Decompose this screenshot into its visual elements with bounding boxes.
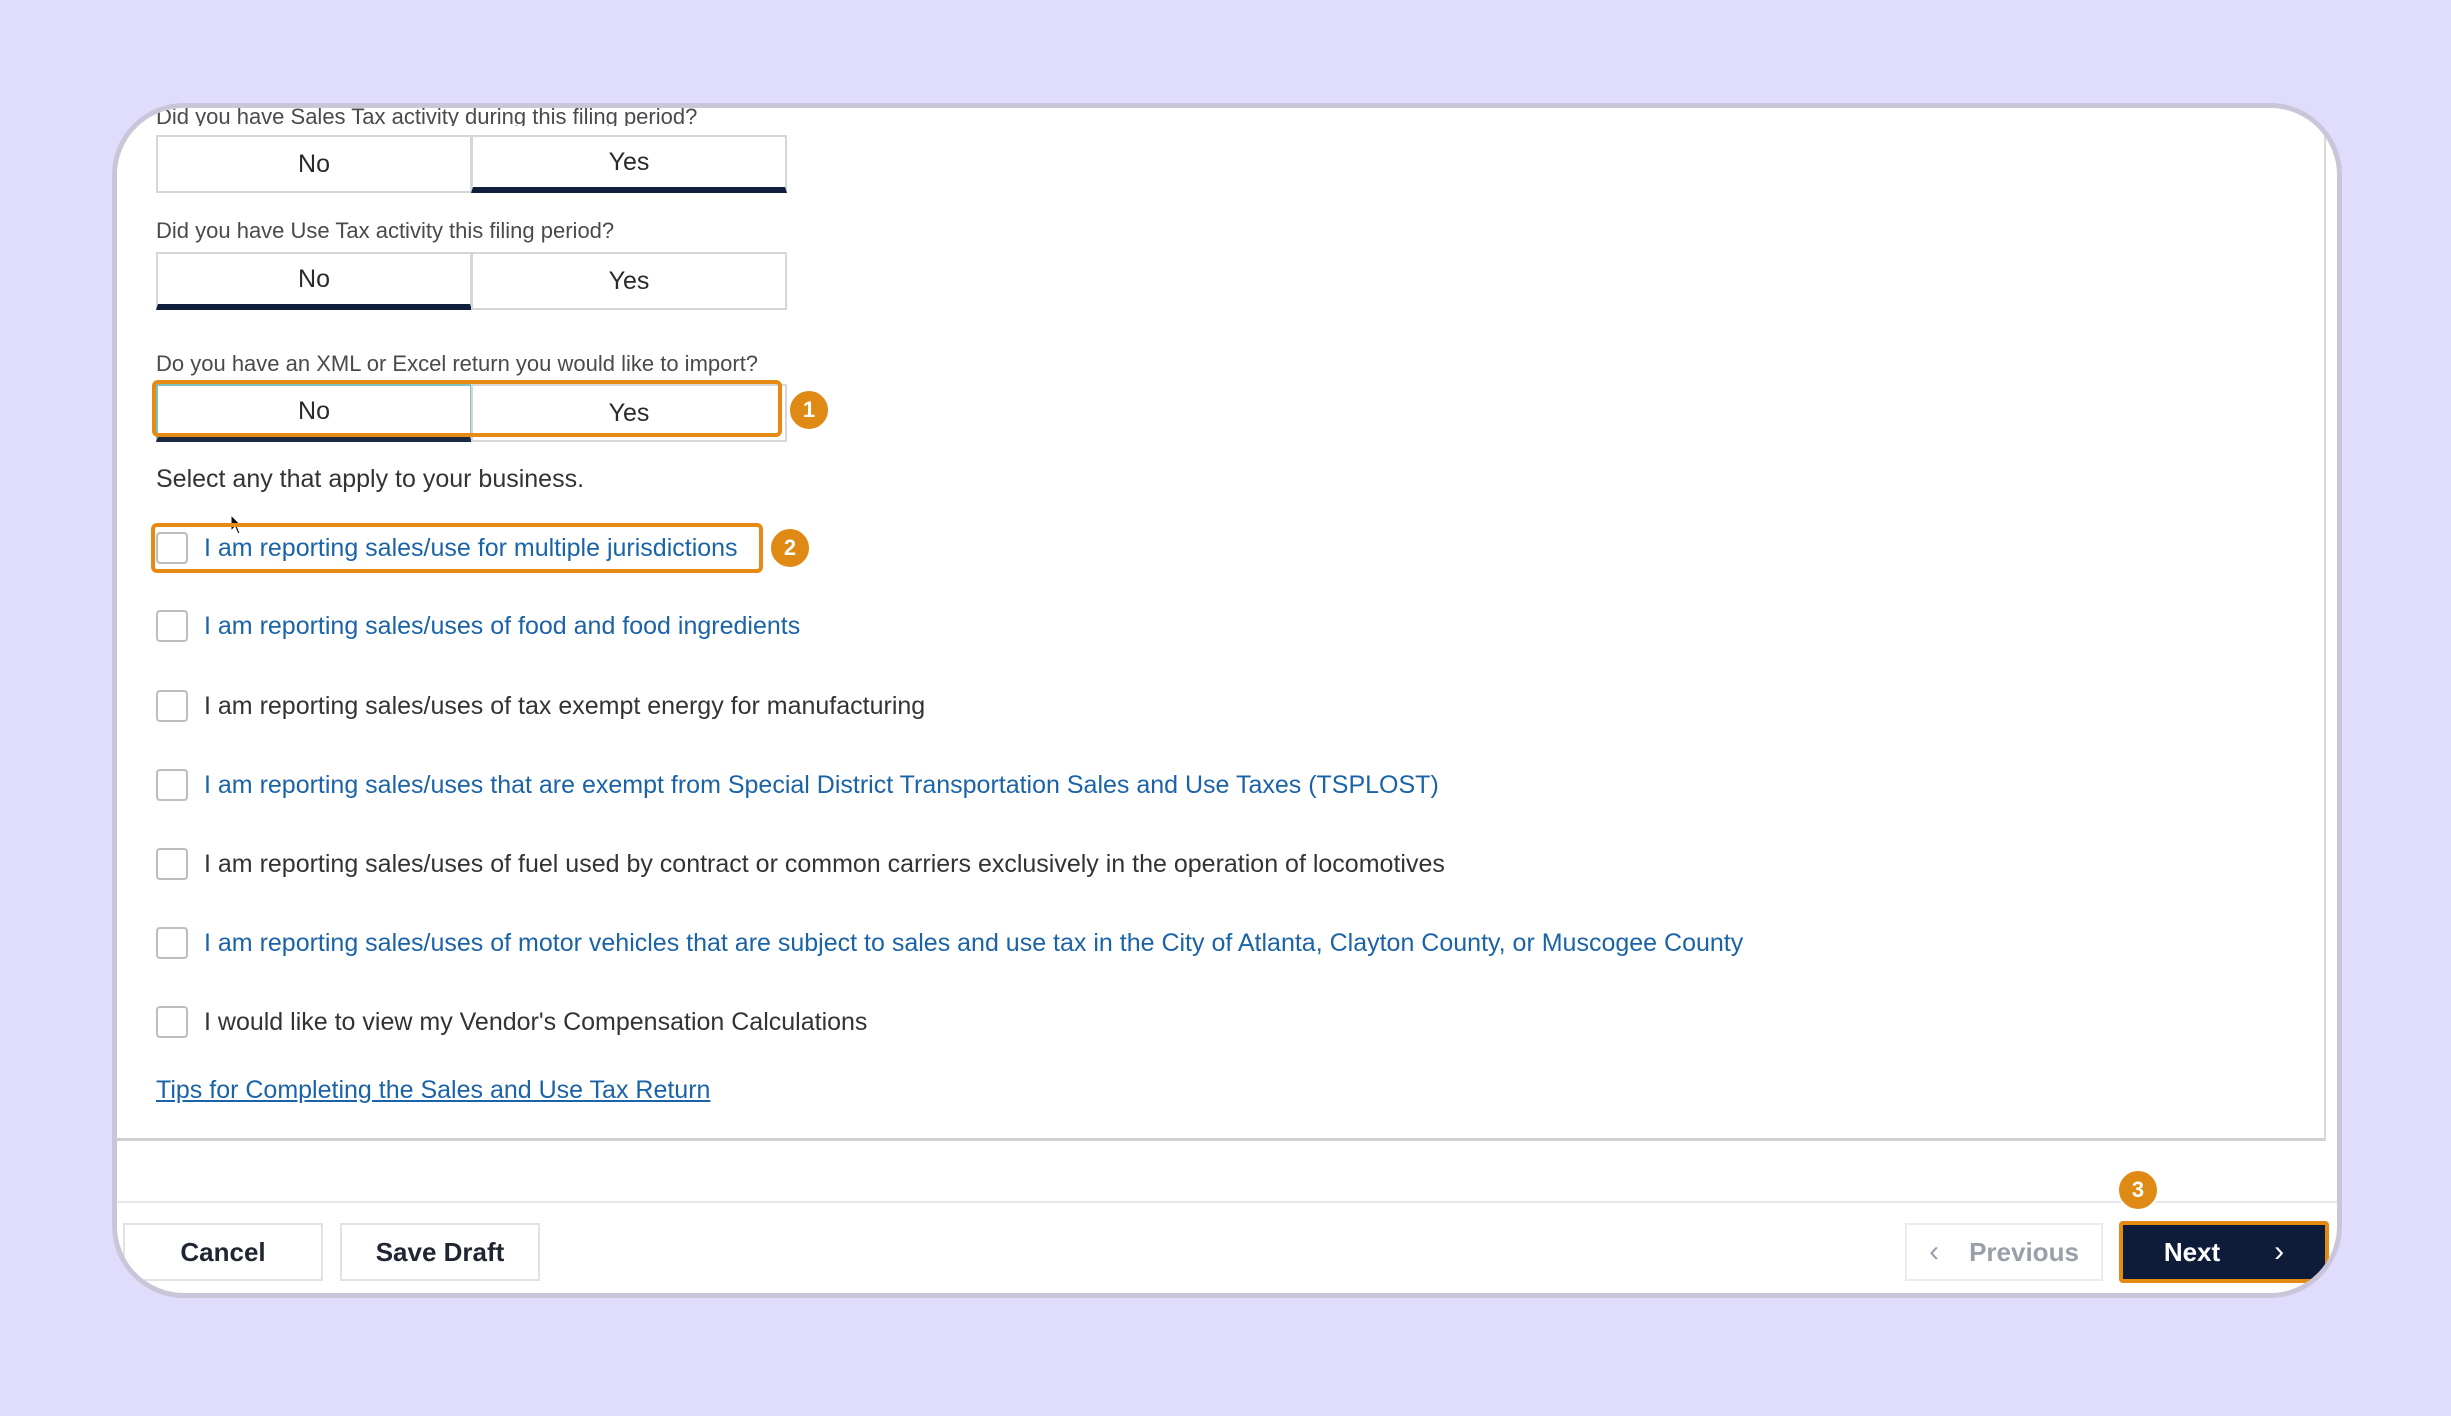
- question-sales-tax-label: Did you have Sales Tax activity during t…: [156, 108, 698, 126]
- chevron-right-icon: ›: [2274, 1235, 2285, 1268]
- option-vendor-compensation[interactable]: I would like to view my Vendor's Compens…: [156, 1002, 867, 1042]
- checkbox[interactable]: [156, 927, 188, 959]
- option-energy-manufacturing[interactable]: I am reporting sales/uses of tax exempt …: [156, 686, 925, 726]
- footer-divider: [117, 1201, 2337, 1203]
- option-label[interactable]: I am reporting sales/uses of fuel used b…: [204, 850, 1445, 879]
- form-panel: Did you have Sales Tax activity during t…: [117, 108, 2326, 1141]
- option-label[interactable]: I am reporting sales/uses of motor vehic…: [204, 929, 1743, 958]
- chevron-left-icon: ‹: [1929, 1235, 1940, 1268]
- use-tax-yes-button[interactable]: Yes: [471, 252, 787, 310]
- import-highlight-box: [152, 380, 782, 437]
- step-marker-2: 2: [769, 527, 811, 569]
- step-marker-3: 3: [2117, 1169, 2159, 1211]
- save-draft-button[interactable]: Save Draft: [340, 1223, 540, 1281]
- checkbox[interactable]: [156, 848, 188, 880]
- tips-link[interactable]: Tips for Completing the Sales and Use Ta…: [156, 1076, 710, 1105]
- app-window: Did you have Sales Tax activity during t…: [112, 103, 2342, 1298]
- option-label[interactable]: I am reporting sales/uses of food and fo…: [204, 612, 800, 641]
- cancel-button[interactable]: Cancel: [123, 1223, 323, 1281]
- previous-button[interactable]: ‹ Previous: [1905, 1223, 2103, 1281]
- question-use-tax-label: Did you have Use Tax activity this filin…: [156, 218, 615, 243]
- sales-tax-yes-button[interactable]: Yes: [471, 135, 787, 193]
- use-tax-no-button[interactable]: No: [156, 252, 472, 310]
- option-label[interactable]: I am reporting sales/uses that are exemp…: [204, 771, 1439, 800]
- option-highlight-box: [151, 523, 763, 573]
- checkbox[interactable]: [156, 610, 188, 642]
- option-label[interactable]: I would like to view my Vendor's Compens…: [204, 1008, 867, 1037]
- checkbox[interactable]: [156, 690, 188, 722]
- section-title: Select any that apply to your business.: [156, 465, 585, 493]
- sales-tax-no-button[interactable]: No: [156, 135, 472, 193]
- checkbox[interactable]: [156, 769, 188, 801]
- question-import-label: Do you have an XML or Excel return you w…: [156, 351, 759, 376]
- option-tsplost[interactable]: I am reporting sales/uses that are exemp…: [156, 765, 1439, 805]
- checkbox[interactable]: [156, 1006, 188, 1038]
- option-motor-vehicles[interactable]: I am reporting sales/uses of motor vehic…: [156, 923, 1743, 963]
- option-locomotive-fuel[interactable]: I am reporting sales/uses of fuel used b…: [156, 844, 1445, 884]
- previous-label: Previous: [1969, 1236, 2079, 1267]
- option-label[interactable]: I am reporting sales/uses of tax exempt …: [204, 692, 925, 721]
- step-marker-1: 1: [788, 389, 830, 431]
- next-button[interactable]: Next ›: [2119, 1221, 2329, 1283]
- next-label: Next: [2163, 1236, 2221, 1267]
- option-food-ingredients[interactable]: I am reporting sales/uses of food and fo…: [156, 606, 800, 646]
